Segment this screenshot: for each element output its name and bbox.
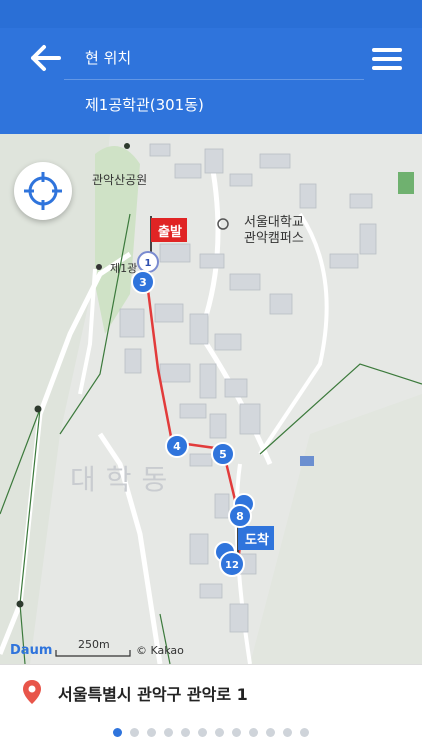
stop-4-label: 4 [173, 440, 181, 453]
campus-label-line2: 관악캠퍼스 [244, 231, 304, 246]
page-dot[interactable] [283, 728, 292, 737]
status-bar [0, 0, 422, 28]
stop-marker[interactable]: 5 [211, 442, 235, 466]
stop-8-label: 8 [236, 510, 244, 523]
header-divider [64, 79, 364, 80]
page-indicator [0, 716, 422, 750]
stop-marker[interactable]: 1 [137, 251, 159, 273]
back-arrow-icon[interactable] [30, 44, 62, 72]
place-label: 제1광 [110, 262, 137, 275]
start-flag-label: 출발 [158, 224, 182, 240]
page-dot[interactable] [147, 728, 156, 737]
current-location-label[interactable]: 현 위치 [85, 47, 131, 68]
campus-label-line1: 서울대학교 [244, 215, 304, 230]
locate-button[interactable] [14, 162, 72, 220]
address-text: 서울특별시 관악구 관악로 1 [58, 685, 248, 704]
scale-text: 250m [78, 638, 110, 651]
end-flag-label: 도착 [245, 532, 269, 548]
stop-marker[interactable]: 4 [165, 434, 189, 458]
address-bar: 서울특별시 관악구 관악로 1 [0, 664, 422, 717]
stop-3-label: 3 [139, 276, 147, 289]
stop-5-label: 5 [219, 448, 227, 461]
map-logo: Daum [10, 643, 52, 658]
page-dot[interactable] [130, 728, 139, 737]
page-dot[interactable] [300, 728, 309, 737]
location-pin-icon [23, 680, 41, 704]
stop-1-label: 1 [145, 258, 152, 269]
page-dot[interactable] [181, 728, 190, 737]
crosshair-icon [24, 172, 62, 210]
stop-marker[interactable]: 12 [219, 551, 245, 577]
page-dot[interactable] [113, 728, 122, 737]
destination-label[interactable]: 제1공학관(301동) [85, 94, 204, 115]
page-dot[interactable] [215, 728, 224, 737]
area-label: 대학동 [70, 463, 177, 496]
page-dot[interactable] [249, 728, 258, 737]
stop-12-label: 12 [225, 560, 239, 571]
page-dot[interactable] [232, 728, 241, 737]
stop-marker[interactable]: 3 [131, 270, 155, 294]
app-header: 현 위치 제1공학관(301동) [0, 28, 422, 134]
stop-marker[interactable]: 8 [228, 504, 252, 528]
menu-icon[interactable] [372, 48, 402, 70]
page-dot[interactable] [198, 728, 207, 737]
copyright-text: © Kakao [136, 644, 184, 657]
page-dot[interactable] [164, 728, 173, 737]
park-label: 관악산공원 [92, 173, 147, 187]
page-dot[interactable] [266, 728, 275, 737]
map-view[interactable]: 대학동 관악산공원 서울대학교 관악캠퍼스 제1광 출발 도착 1 3 4 5 … [0, 134, 422, 664]
